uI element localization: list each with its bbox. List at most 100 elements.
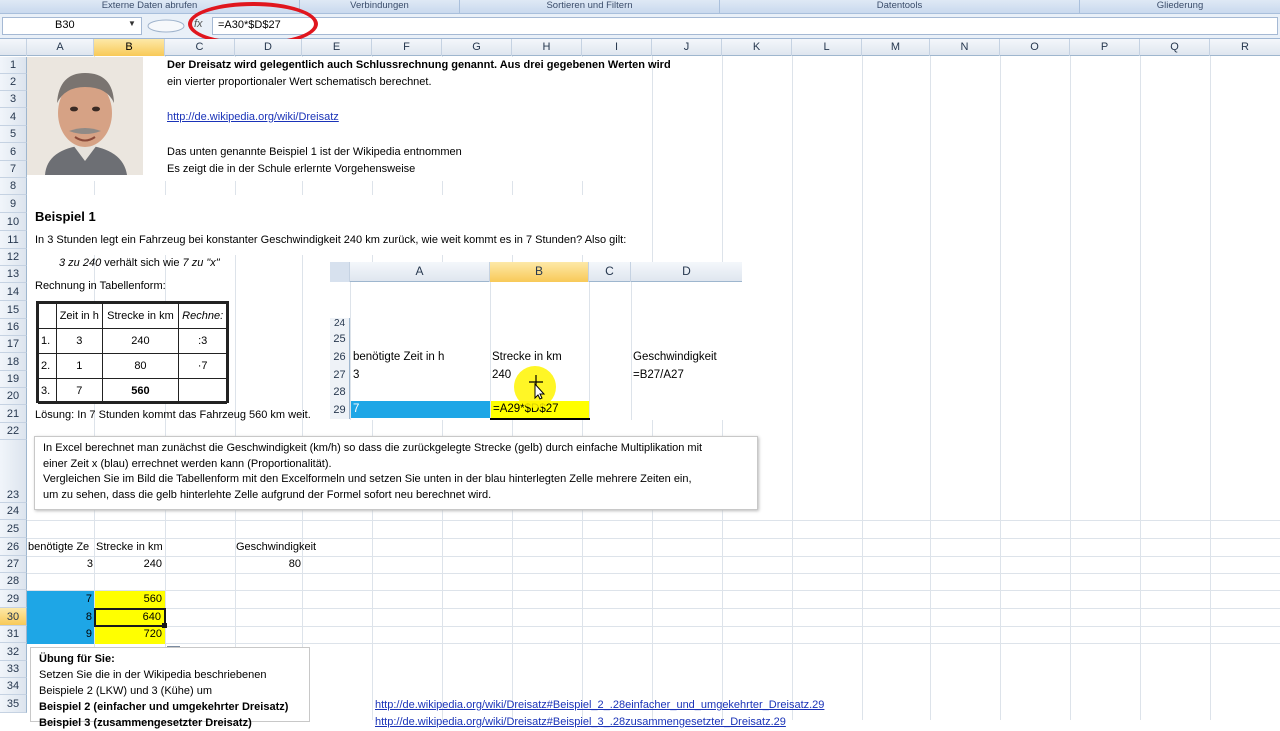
gridline xyxy=(862,56,863,720)
col-header-n[interactable]: N xyxy=(930,39,1000,56)
row-header-13[interactable]: 13 xyxy=(0,266,27,283)
example-title: Beispiel 1 xyxy=(35,209,96,224)
col-header-j[interactable]: J xyxy=(652,39,722,56)
cell-a27[interactable]: 3 xyxy=(28,558,93,570)
row-header-33[interactable]: 33 xyxy=(0,661,27,678)
ribbon-group-connections[interactable]: Verbindungen xyxy=(300,0,460,13)
col-header-c[interactable]: C xyxy=(165,39,235,56)
row-header-22[interactable]: 22 xyxy=(0,423,27,440)
ribbon-group-sort-filter[interactable]: Sortieren und Filtern xyxy=(460,0,720,13)
cell-a26[interactable]: benötigte Ze xyxy=(28,541,94,553)
zoom-d26: Geschwindigkeit xyxy=(633,351,717,363)
table-cell: 3. xyxy=(38,378,57,404)
row-header-25[interactable]: 25 xyxy=(0,520,27,538)
ribbon-group-outline[interactable]: Gliederung xyxy=(1080,0,1280,13)
col-header-e[interactable]: E xyxy=(302,39,372,56)
zoom-b26: Strecke in km xyxy=(492,351,562,363)
col-header-f[interactable]: F xyxy=(372,39,442,56)
row-header-7[interactable]: 7 xyxy=(0,161,27,178)
cell-b27[interactable]: 240 xyxy=(96,558,162,570)
col-header-q[interactable]: Q xyxy=(1140,39,1210,56)
row-header-14[interactable]: 14 xyxy=(0,283,27,301)
row-header-26[interactable]: 26 xyxy=(0,538,27,556)
row-header-20[interactable]: 20 xyxy=(0,388,27,405)
col-header-h[interactable]: H xyxy=(512,39,582,56)
gridline xyxy=(27,590,1280,591)
wikipedia-link-example-3[interactable]: http://de.wikipedia.org/wiki/Dreisatz#Be… xyxy=(375,716,786,728)
intro-line-1: Der Dreisatz wird gelegentlich auch Schl… xyxy=(167,59,671,71)
wikipedia-link-example-2[interactable]: http://de.wikipedia.org/wiki/Dreisatz#Be… xyxy=(375,699,824,711)
row-header-29[interactable]: 29 xyxy=(0,590,27,608)
row-header-35[interactable]: 35 xyxy=(0,695,27,713)
row-header-9[interactable]: 9 xyxy=(0,195,27,213)
row-header-4[interactable]: 4 xyxy=(0,108,27,126)
cell-b26[interactable]: Strecke in km xyxy=(96,541,163,553)
row-header-31[interactable]: 31 xyxy=(0,626,27,643)
row-header-2[interactable]: 2 xyxy=(0,74,27,91)
gridline xyxy=(27,608,1280,609)
select-all-corner[interactable] xyxy=(0,39,27,56)
move-cursor-icon xyxy=(529,375,546,400)
zoom-d27: =B27/A27 xyxy=(633,369,684,381)
row-header-16[interactable]: 16 xyxy=(0,319,27,336)
zoom-col-d: D xyxy=(682,264,691,278)
col-header-p[interactable]: P xyxy=(1070,39,1140,56)
zoom-col-a: A xyxy=(350,262,490,282)
row-header-15[interactable]: 15 xyxy=(0,301,27,319)
formula-input[interactable]: =A30*$D$27 xyxy=(212,17,1278,35)
row-header-6[interactable]: 6 xyxy=(0,143,27,161)
cell-a31[interactable]: 9 xyxy=(28,628,92,640)
zoom-b27: 240 xyxy=(492,369,512,381)
row-header-3[interactable]: 3 xyxy=(0,91,27,108)
exercise-line-4: Beispiel 3 (zusammengesetzter Dreisatz) xyxy=(39,717,252,729)
row-header-32[interactable]: 32 xyxy=(0,643,27,661)
selected-cell-b30[interactable]: 640 xyxy=(94,608,166,627)
table-cell: 240 xyxy=(101,328,180,354)
chevron-down-icon[interactable]: ▼ xyxy=(128,19,136,28)
col-header-r[interactable]: R xyxy=(1210,39,1280,56)
zoom-row-27: 27 xyxy=(330,366,350,384)
row-header-10[interactable]: 10 xyxy=(0,213,27,231)
col-header-g[interactable]: G xyxy=(442,39,512,56)
row-header-21[interactable]: 21 xyxy=(0,405,27,423)
name-box[interactable]: B30 xyxy=(2,17,142,35)
col-header-m[interactable]: M xyxy=(862,39,930,56)
row-header-34[interactable]: 34 xyxy=(0,678,27,695)
ribbon-group-data-tools[interactable]: Datentools xyxy=(720,0,1080,13)
exercise-line-2: Beispiele 2 (LKW) und 3 (Kühe) um xyxy=(39,685,213,697)
row-header-12[interactable]: 12 xyxy=(0,249,27,266)
row-header-30[interactable]: 30 xyxy=(0,608,27,626)
col-header-l[interactable]: L xyxy=(792,39,862,56)
cell-b31[interactable]: 720 xyxy=(96,628,162,640)
cell-a29[interactable]: 7 xyxy=(28,593,92,605)
table-cell xyxy=(178,378,227,404)
row-header-18[interactable]: 18 xyxy=(0,353,27,371)
row-header-8[interactable]: 8 xyxy=(0,178,27,195)
row-header-11[interactable]: 11 xyxy=(0,231,27,249)
col-header-b[interactable]: B xyxy=(94,39,165,56)
col-header-a[interactable]: A xyxy=(27,39,94,56)
cell-d26[interactable]: Geschwindigkeit xyxy=(236,541,316,553)
zoom-corner xyxy=(330,262,350,282)
row-header-27[interactable]: 27 xyxy=(0,556,27,573)
row-header-1[interactable]: 1 xyxy=(0,57,27,74)
col-header-o[interactable]: O xyxy=(1000,39,1070,56)
row-header-17[interactable]: 17 xyxy=(0,336,27,353)
example-text: In 3 Stunden legt ein Fahrzeug bei konst… xyxy=(35,234,627,246)
col-header-i[interactable]: I xyxy=(582,39,652,56)
row-header-24[interactable]: 24 xyxy=(0,503,27,520)
exercise-title: Übung für Sie: xyxy=(39,653,115,665)
row-header-5[interactable]: 5 xyxy=(0,126,27,143)
cell-d27[interactable]: 80 xyxy=(236,558,301,570)
wikipedia-link[interactable]: http://de.wikipedia.org/wiki/Dreisatz xyxy=(167,111,339,123)
gridline xyxy=(1000,56,1001,720)
row-header-23[interactable]: 23 xyxy=(0,440,27,503)
cell-b29[interactable]: 560 xyxy=(96,593,162,605)
row-header-19[interactable]: 19 xyxy=(0,371,27,388)
intro-line-2: ein vierter proportionaler Wert schemati… xyxy=(167,76,432,88)
cell-a30[interactable]: 8 xyxy=(28,611,92,623)
col-header-d[interactable]: D xyxy=(235,39,302,56)
row-header-28[interactable]: 28 xyxy=(0,573,27,590)
fill-handle[interactable] xyxy=(162,623,167,628)
col-header-k[interactable]: K xyxy=(722,39,792,56)
